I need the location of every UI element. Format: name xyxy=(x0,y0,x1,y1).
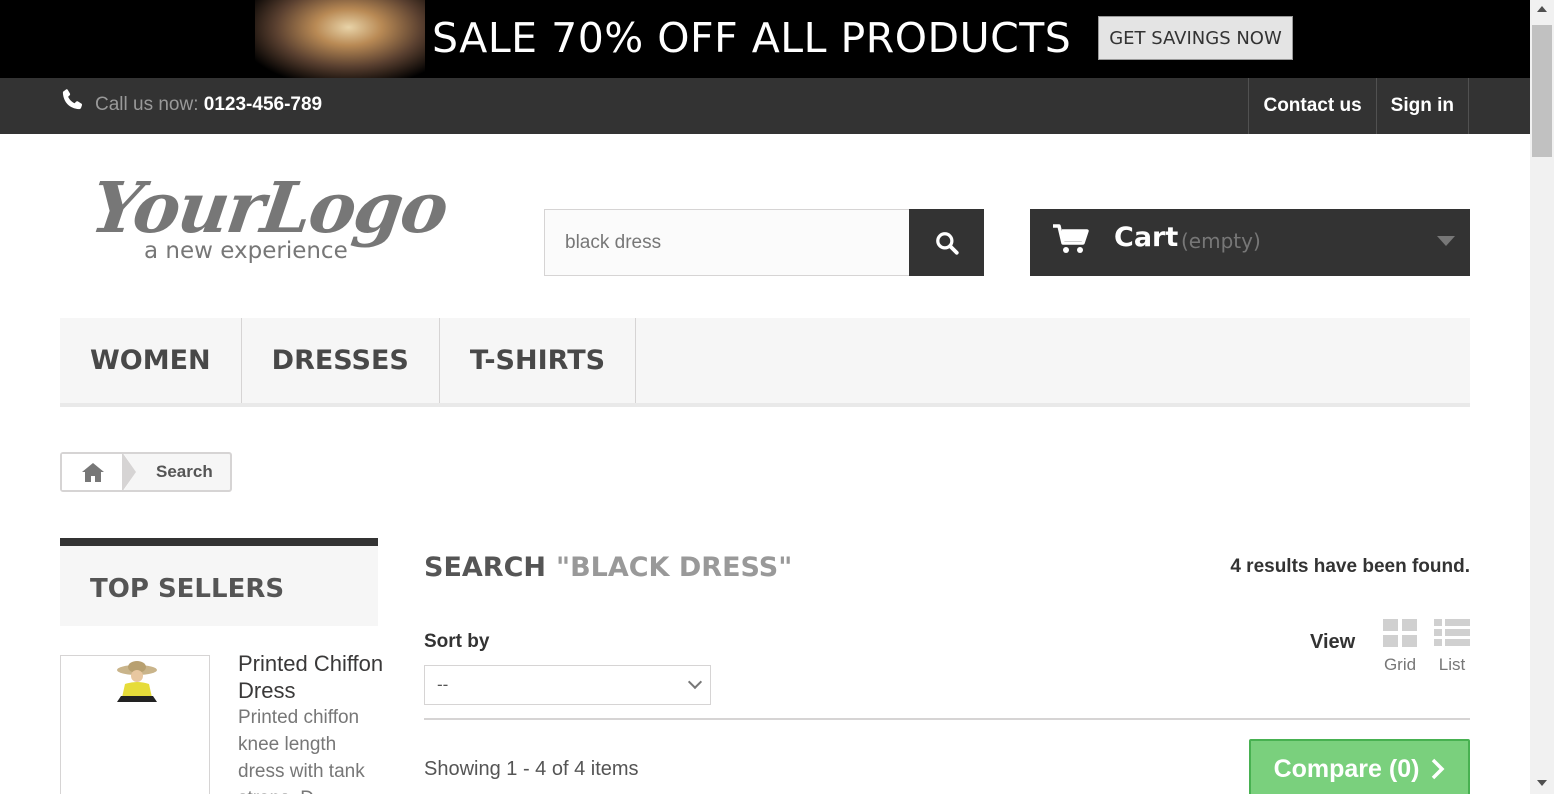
chevron-down-icon xyxy=(1437,236,1455,246)
search-icon xyxy=(935,231,959,255)
search-heading-label: SEARCH xyxy=(424,552,546,583)
view-list-button[interactable]: List xyxy=(1432,618,1472,675)
home-icon xyxy=(82,463,104,482)
results-count: 4 results have been found. xyxy=(1230,556,1470,577)
pagination-summary: Showing 1 - 4 of 4 items xyxy=(424,758,639,780)
call-us-text: Call us now: 0123-456-789 xyxy=(95,94,322,116)
call-us-prefix: Call us now: xyxy=(95,94,204,115)
contact-us-link[interactable]: Contact us xyxy=(1249,78,1377,134)
compare-button[interactable]: Compare (0) xyxy=(1249,739,1470,794)
search-button[interactable] xyxy=(909,209,984,276)
grid-icon xyxy=(1383,619,1417,647)
cart-status: (empty) xyxy=(1181,229,1261,253)
chevron-right-icon xyxy=(1432,758,1445,780)
promo-banner[interactable]: SALE 70% OFF ALL PRODUCTS GET SAVINGS NO… xyxy=(0,0,1530,78)
logo-tagline: a new experience xyxy=(144,238,348,264)
banner-headline: SALE 70% OFF ALL PRODUCTS xyxy=(432,14,1072,62)
phone-number: 0123-456-789 xyxy=(203,94,323,115)
header-links: Contact us Sign in xyxy=(1248,78,1469,134)
search-form xyxy=(544,209,984,276)
logo-wordmark: YourLogo xyxy=(86,166,452,249)
chevron-down-icon xyxy=(687,674,703,690)
breadcrumb-separator xyxy=(122,452,136,492)
cart-block[interactable]: Cart (empty) xyxy=(1030,209,1470,276)
sort-by-label: Sort by xyxy=(424,631,490,652)
page-title: SEARCH "BLACK DRESS" xyxy=(424,552,792,583)
store-logo[interactable]: YourLogo a new experience xyxy=(86,166,452,268)
cart-label: Cart xyxy=(1114,222,1179,253)
phone-icon xyxy=(62,89,83,110)
view-label: View xyxy=(1310,631,1356,653)
breadcrumb-home[interactable] xyxy=(62,454,136,490)
menu-item-dresses[interactable]: DRESSES xyxy=(242,318,440,403)
view-list-label: List xyxy=(1438,655,1466,674)
page: SALE 70% OFF ALL PRODUCTS GET SAVINGS NO… xyxy=(0,0,1530,794)
product-thumbnail[interactable] xyxy=(60,655,210,794)
toolbar-divider xyxy=(424,718,1470,720)
scroll-up-icon[interactable] xyxy=(1537,6,1547,12)
top-nav-bar: Call us now: 0123-456-789 Contact us Sig… xyxy=(0,78,1530,134)
menu-item-tshirts[interactable]: T-SHIRTS xyxy=(440,318,637,403)
list-icon xyxy=(1434,619,1470,646)
scroll-down-icon[interactable] xyxy=(1537,780,1547,786)
sort-by-select[interactable]: -- xyxy=(424,665,711,705)
breadcrumb: Search xyxy=(60,452,232,492)
menu-item-women[interactable]: WOMEN xyxy=(60,318,242,403)
view-grid-button[interactable]: Grid xyxy=(1380,618,1420,675)
compare-label: Compare (0) xyxy=(1273,754,1420,783)
breadcrumb-current: Search xyxy=(156,462,213,481)
banner-model-image xyxy=(255,0,425,78)
top-sellers-heading[interactable]: TOP SELLERS xyxy=(90,574,284,604)
cart-icon xyxy=(1053,224,1089,253)
scrollbar-thumb[interactable] xyxy=(1532,25,1552,157)
main-menu: WOMEN DRESSES T-SHIRTS xyxy=(60,318,1470,407)
get-savings-button[interactable]: GET SAVINGS NOW xyxy=(1098,16,1293,60)
search-input[interactable] xyxy=(544,209,910,276)
product-description: Printed chiffon knee length dress with t… xyxy=(238,707,365,794)
sign-in-link[interactable]: Sign in xyxy=(1377,78,1469,134)
search-query: "BLACK DRESS" xyxy=(556,552,793,583)
product-image xyxy=(61,656,209,794)
page-scrollbar[interactable] xyxy=(1530,0,1554,794)
top-sellers-block: TOP SELLERS xyxy=(60,538,378,626)
view-grid-label: Grid xyxy=(1383,655,1417,674)
sort-selected-value: -- xyxy=(437,675,449,694)
product-title[interactable]: Printed Chiffon Dress xyxy=(238,650,388,704)
